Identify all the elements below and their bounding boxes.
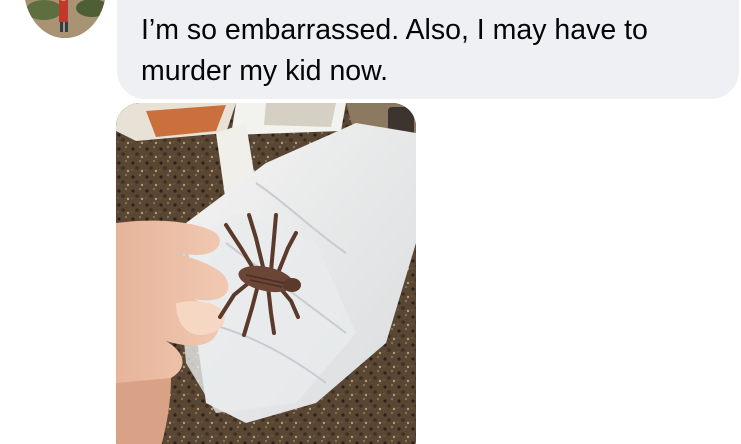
message-bubble[interactable]: I’m so embarrassed. Also, I may have to … [117, 0, 739, 99]
photo-attachment[interactable] [116, 103, 416, 444]
chat-view: I’m so embarrassed. Also, I may have to … [0, 0, 741, 444]
spider-photo [116, 103, 416, 444]
sender-avatar[interactable] [24, 0, 106, 38]
message-text: I’m so embarrassed. Also, I may have to … [141, 14, 648, 87]
avatar-photo [24, 0, 106, 38]
